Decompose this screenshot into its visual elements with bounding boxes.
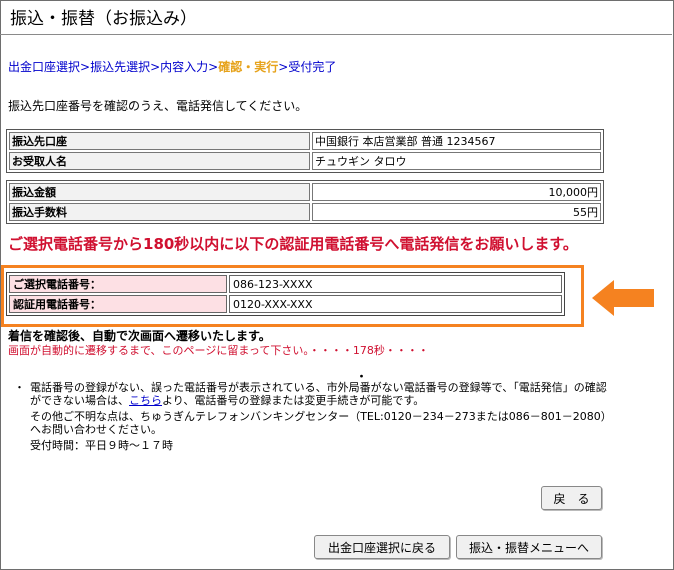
payee-table: 振込先口座 中国銀行 本店営業部 普通 1234567 お受取人名 チュウギン … bbox=[6, 129, 604, 173]
payee-account-label: 振込先口座 bbox=[9, 132, 310, 150]
step-separator: > bbox=[278, 60, 289, 74]
table-row: 認証用電話番号： 0120-XXX-XXX bbox=[9, 295, 562, 313]
payee-account-value: 中国銀行 本店営業部 普通 1234567 bbox=[312, 132, 601, 150]
auth-phone-value: 0120-XXX-XXX bbox=[229, 295, 562, 313]
step-confirm-current: 確認・実行 bbox=[218, 60, 279, 74]
transfer-menu-button[interactable]: 振込・振替メニューへ bbox=[456, 535, 602, 559]
step-separator: > bbox=[80, 60, 91, 74]
step-content-input: 内容入力 bbox=[160, 60, 209, 74]
phone-table: ご選択電話番号： 086-123-XXXX 認証用電話番号： 0120-XXX-… bbox=[6, 272, 565, 316]
note-hours: 受付時間：平日９時～１７時 bbox=[30, 439, 173, 452]
step-complete: 受付完了 bbox=[288, 60, 337, 74]
recipient-name-label: お受取人名 bbox=[9, 152, 310, 170]
auth-phone-label: 認証用電話番号： bbox=[9, 295, 227, 313]
amount-table: 振込金額 10,000円 振込手数料 55円 bbox=[6, 180, 604, 224]
step-separator: > bbox=[150, 60, 161, 74]
countdown-notice: 画面が自動的に遷移するまで、このページに留まって下さい。・・・・178秒・・・・ bbox=[8, 344, 429, 357]
selected-phone-value: 086-123-XXXX bbox=[229, 275, 562, 293]
transfer-amount-value: 10,000円 bbox=[312, 183, 601, 201]
back-button[interactable]: 戻 る bbox=[541, 486, 602, 510]
step-account-select: 出金口座選択 bbox=[8, 60, 81, 74]
transfer-fee-label: 振込手数料 bbox=[9, 203, 310, 221]
table-row: ご選択電話番号： 086-123-XXXX bbox=[9, 275, 562, 293]
instruction-text: 振込先口座番号を確認のうえ、電話発信してください。 bbox=[8, 99, 308, 113]
call-warning: ご選択電話番号から180秒以内に以下の認証用電話番号へ電話発信をお願いします。 bbox=[8, 236, 578, 253]
title-divider bbox=[0, 34, 672, 35]
table-row: 振込金額 10,000円 bbox=[9, 183, 601, 201]
table-row: 振込手数料 55円 bbox=[9, 203, 601, 221]
bullet-mark: ・ bbox=[14, 381, 25, 394]
page-title: 振込・振替（お振込み） bbox=[10, 9, 197, 29]
return-account-select-button[interactable]: 出金口座選択に戻る bbox=[314, 535, 450, 559]
note-registration-text-end: より、電話番号の登録または変更手続きが可能です。 bbox=[162, 394, 425, 407]
note-contact: その他ご不明な点は、ちゅうぎんテレフォンバンキングセンター（TEL:0120－2… bbox=[30, 410, 612, 436]
step-breadcrumb: 出金口座選択>振込先選択>内容入力>確認・実行>受付完了 bbox=[8, 58, 336, 75]
step-payee-select: 振込先選択 bbox=[90, 60, 151, 74]
step-separator: > bbox=[208, 60, 219, 74]
selected-phone-label: ご選択電話番号： bbox=[9, 275, 227, 293]
arrow-left-icon bbox=[592, 280, 654, 316]
recipient-name-value: チュウギン タロウ bbox=[312, 152, 601, 170]
registration-link[interactable]: こちら bbox=[129, 394, 162, 407]
transfer-amount-label: 振込金額 bbox=[9, 183, 310, 201]
table-row: 振込先口座 中国銀行 本店営業部 普通 1234567 bbox=[9, 132, 601, 150]
table-row: お受取人名 チュウギン タロウ bbox=[9, 152, 601, 170]
transfer-fee-value: 55円 bbox=[312, 203, 601, 221]
note-registration: 電話番号の登録がない、誤った電話番号が表示されている、市外局番がない電話番号の登… bbox=[30, 381, 614, 407]
help-notes: ・ 電話番号の登録がない、誤った電話番号が表示されている、市外局番がない電話番号… bbox=[14, 381, 614, 455]
